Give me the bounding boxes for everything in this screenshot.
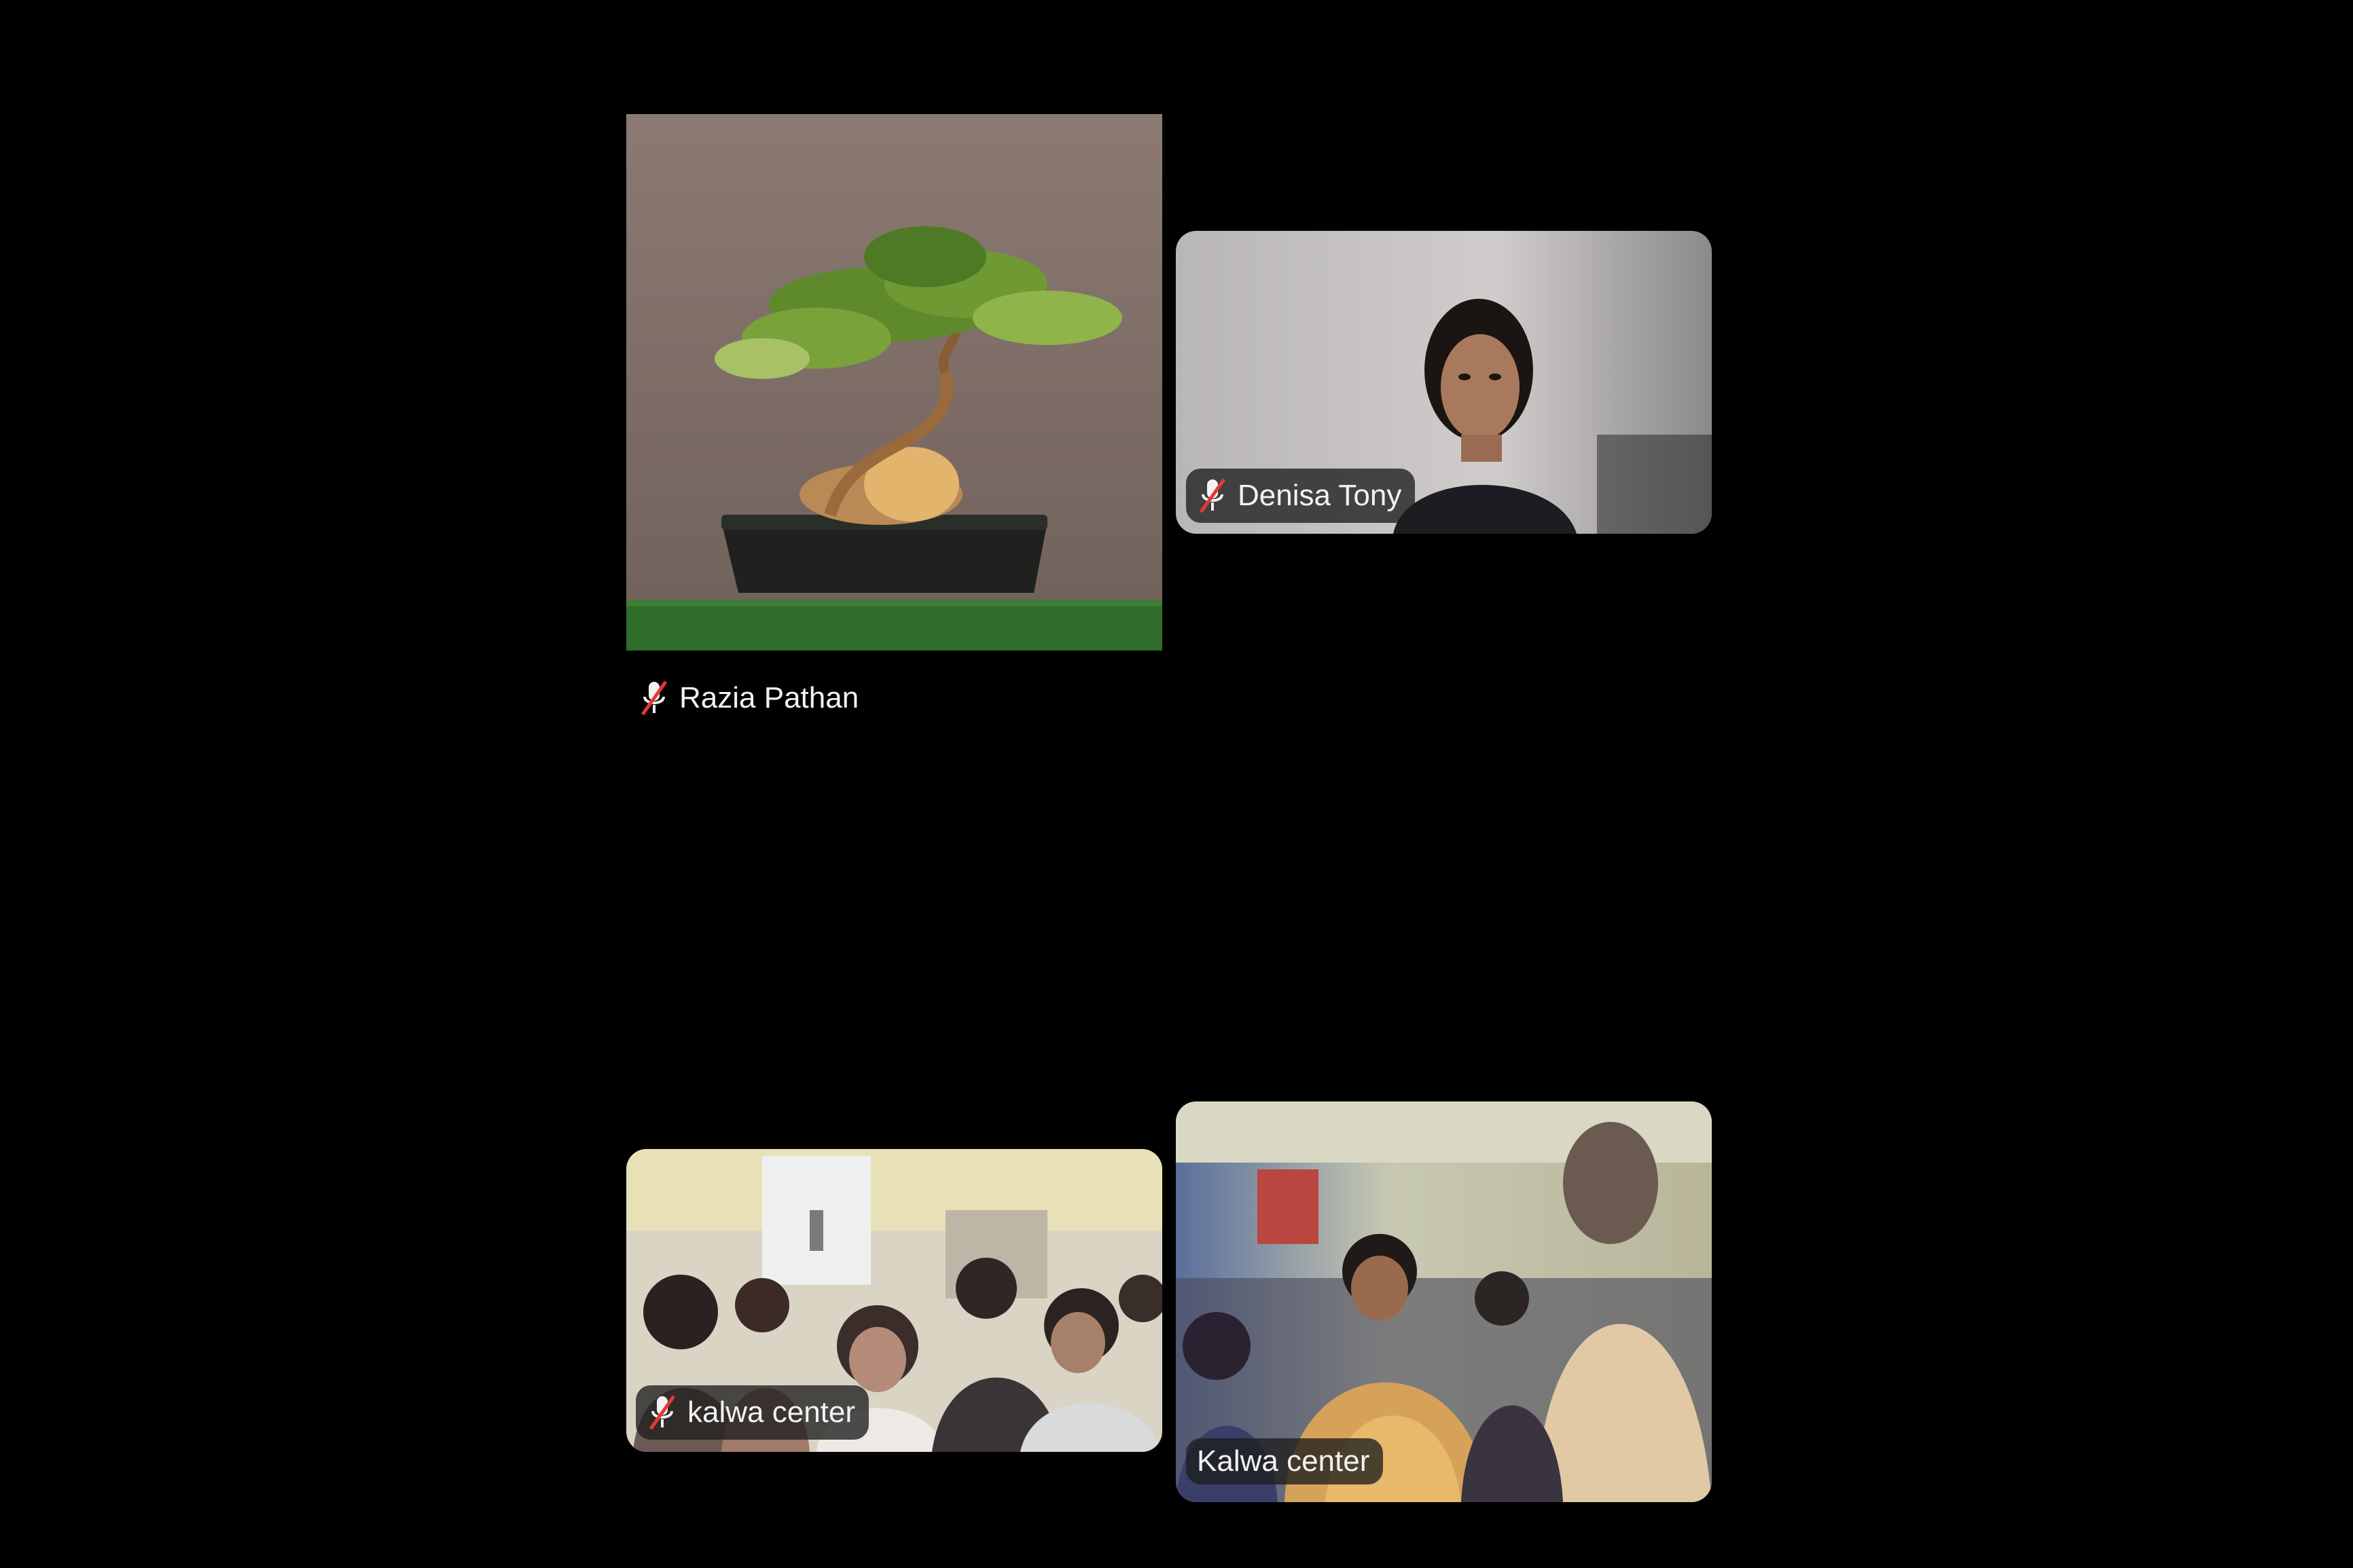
participant-name-tag: Denisa Tony	[1186, 469, 1416, 523]
participant-name: Denisa Tony	[1238, 479, 1402, 512]
participant-name: kalwa center	[687, 1396, 856, 1429]
participant-name-tag: Razia Pathan	[639, 679, 859, 717]
video-tile-razia-pathan[interactable]	[626, 114, 1162, 651]
participant-name-tag: Kalwa center	[1186, 1438, 1384, 1484]
bonsai-video-feed	[626, 114, 1162, 651]
mic-off-icon	[641, 680, 668, 716]
participant-name: Kalwa center	[1197, 1444, 1370, 1478]
participant-name-tag: kalwa center	[636, 1385, 869, 1440]
participant-name: Razia Pathan	[679, 681, 859, 714]
mic-off-icon	[1199, 478, 1226, 513]
mic-off-icon	[649, 1395, 676, 1430]
